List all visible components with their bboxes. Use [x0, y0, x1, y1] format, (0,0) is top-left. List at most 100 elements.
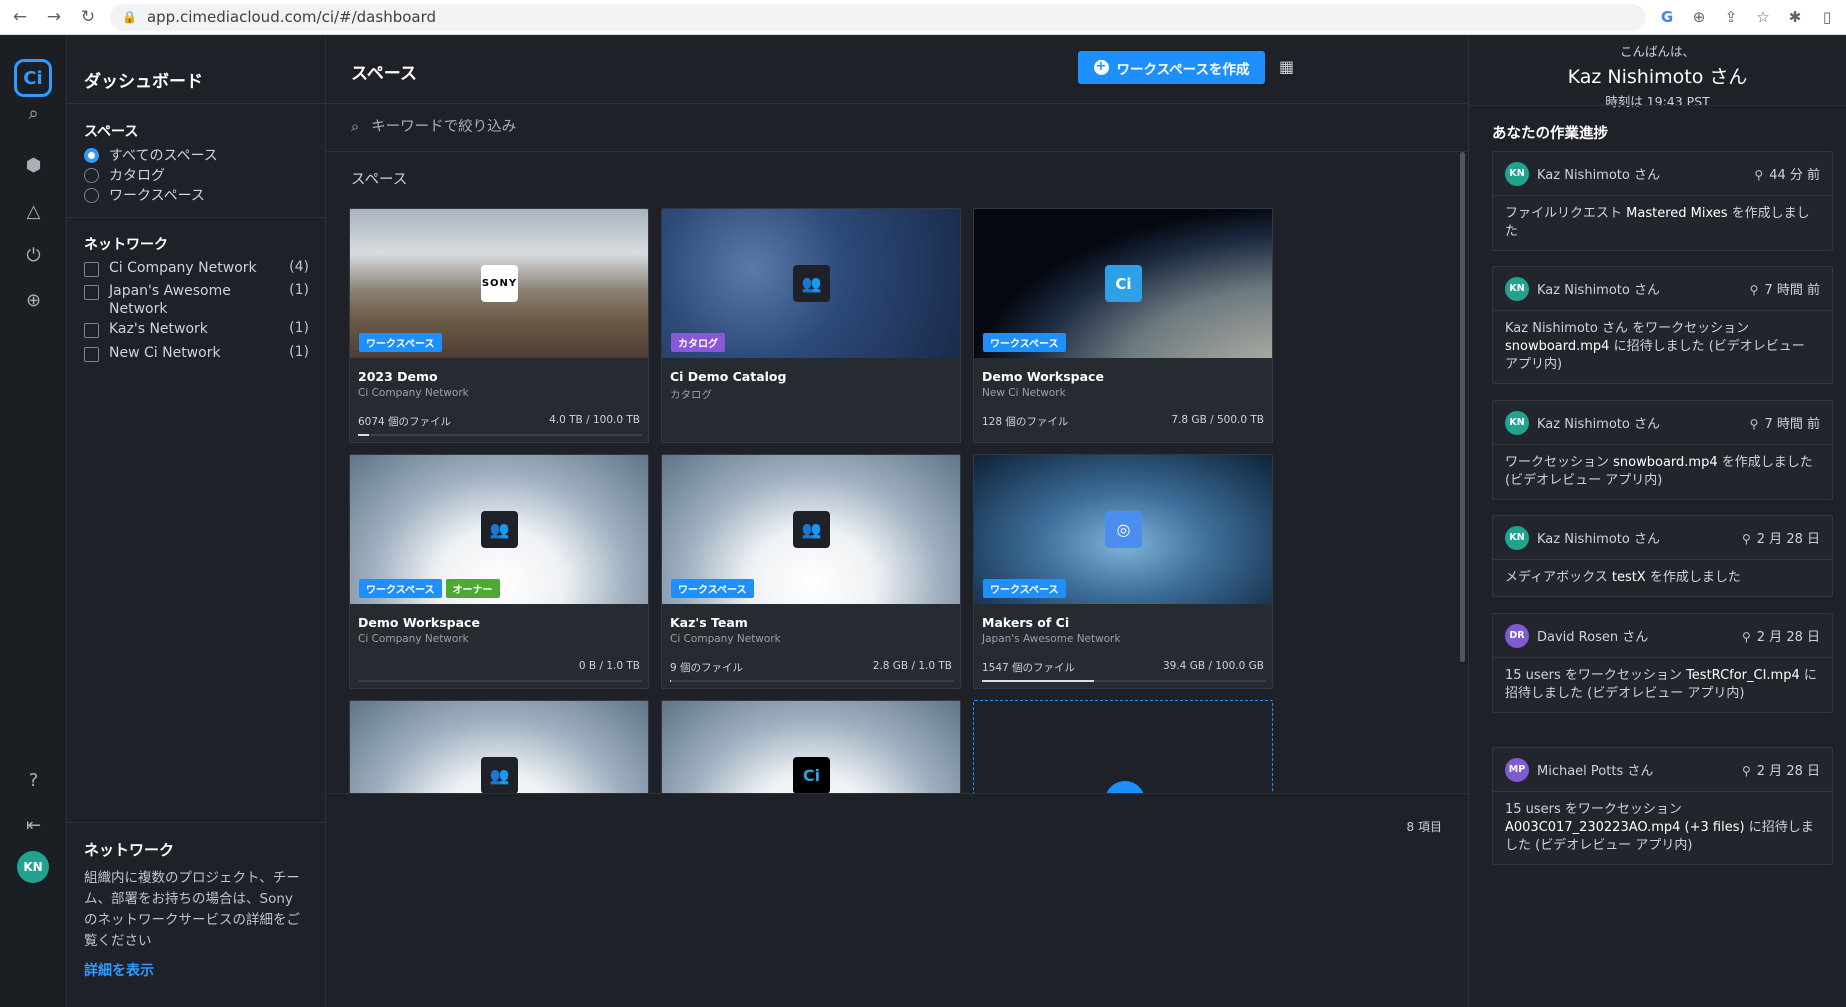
- workspace-tag: ワークスペース: [983, 333, 1066, 352]
- space-name: Ci Demo Catalog: [670, 369, 787, 384]
- network-filter-new-ci[interactable]: New Ci Network (1): [84, 344, 309, 362]
- space-name: Kaz's Team: [670, 615, 748, 630]
- collapse-icon[interactable]: ⇤: [0, 815, 67, 836]
- workspace-tag: ワークスペース: [671, 579, 754, 598]
- pin-icon: ⚲: [1741, 764, 1751, 778]
- space-card[interactable]: 👥 ワークスペース オーナー Demo Workspace Ci Company…: [349, 454, 649, 689]
- google-icon[interactable]: G: [1658, 8, 1676, 26]
- lock-icon: 🔒: [122, 10, 137, 24]
- activity-text-part: Kaz Nishimoto さん をワークセッション: [1505, 321, 1750, 336]
- activity-time-text: 44 分 前: [1769, 168, 1820, 183]
- avatar: DR: [1505, 623, 1529, 648]
- sidebar: ダッシュボード スペース すべてのスペース カタログ ワークスペース ネットワー…: [67, 35, 326, 1007]
- divider: [67, 217, 325, 218]
- divider: [67, 103, 325, 104]
- activity-user: David Rosen さん: [1537, 630, 1649, 645]
- activity-time: ⚲ 7 時間 前: [1750, 413, 1820, 432]
- sidepanel-icon[interactable]: ▯: [1818, 8, 1836, 26]
- create-workspace-label: ワークスペースを作成: [1116, 61, 1250, 78]
- activity-time-text: 2 月 28 日: [1756, 532, 1820, 547]
- address-bar[interactable]: 🔒 app.cimediacloud.com/ci/#/dashboard: [110, 3, 1646, 31]
- activity-user: Kaz Nishimoto さん: [1537, 168, 1660, 183]
- space-card[interactable]: SONY ワークスペース 2023 Demo Ci Company Networ…: [349, 208, 649, 443]
- scrollbar[interactable]: [1460, 152, 1465, 662]
- checkbox-icon: [84, 262, 99, 277]
- network-filter-kazs[interactable]: Kaz's Network (1): [84, 320, 309, 338]
- owner-tag: オーナー: [445, 579, 500, 598]
- local-time: 時刻は 19:43 PST: [1605, 94, 1710, 109]
- activity-item[interactable]: KN Kaz Nishimoto さん ⚲ 7 時間 前 ワークセッション snowb…: [1492, 400, 1833, 500]
- avatar[interactable]: KN: [17, 851, 49, 883]
- filter-all-spaces[interactable]: すべてのスペース: [84, 145, 218, 165]
- ci-logo-icon: ◎: [1105, 511, 1142, 548]
- power-icon[interactable]: ⏻: [0, 245, 67, 266]
- ci-logo-icon[interactable]: Ci: [14, 59, 52, 97]
- target-icon[interactable]: ⊕: [0, 290, 67, 311]
- network-filter-ci-company[interactable]: Ci Company Network (4): [84, 259, 309, 277]
- activity-text-part: 15 users をワークセッション: [1505, 802, 1682, 817]
- pin-icon: ⚲: [1741, 532, 1751, 546]
- divider: [1469, 105, 1846, 106]
- activity-user: Kaz Nishimoto さん: [1537, 417, 1660, 432]
- cube-icon[interactable]: ⬢: [0, 155, 67, 176]
- reload-icon[interactable]: ↻: [78, 7, 98, 27]
- space-network: Ci Company Network: [358, 387, 469, 399]
- space-name: Makers of Ci: [982, 615, 1070, 630]
- filter-catalog[interactable]: カタログ: [84, 165, 165, 185]
- pin-icon: ⚲: [1754, 168, 1764, 182]
- user-name: Kaz Nishimoto さん: [1567, 66, 1748, 88]
- space-card[interactable]: 👥 カタログ Ci Demo Catalog カタログ: [661, 208, 961, 443]
- greeting-text: こんばんは、: [1619, 44, 1695, 59]
- create-workspace-button[interactable]: + ワークスペースを作成: [1078, 51, 1265, 84]
- activity-target: A003C017_230223AO.mp4 (+3 files): [1505, 820, 1745, 835]
- sidebar-title: ダッシュボード: [84, 72, 203, 92]
- help-icon[interactable]: ?: [0, 770, 67, 791]
- activity-target: testX: [1611, 570, 1646, 585]
- space-card[interactable]: 👥 ワークスペース Kaz's Team Ci Company Network …: [661, 454, 961, 689]
- space-card[interactable]: Ci ワークスペース Demo Workspace New Ci Network…: [973, 208, 1273, 443]
- search-icon[interactable]: ⌕: [0, 103, 67, 124]
- radio-icon: [84, 167, 99, 183]
- activity-item[interactable]: KN Kaz Nishimoto さん ⚲ 44 分 前 ファイルリクエスト Mast…: [1492, 151, 1833, 251]
- cloud-icon[interactable]: △: [0, 201, 67, 222]
- section-label: スペース: [351, 172, 408, 188]
- activity-text-part: ワークセッション: [1505, 455, 1614, 470]
- network-info-panel: ネットワーク 組織内に複数のプロジェクト、チーム、部署をお持ちの場合は、Sony…: [67, 822, 325, 1007]
- network-count: (1): [289, 320, 309, 336]
- url-text: app.cimediacloud.com/ci/#/dashboard: [146, 8, 437, 26]
- activity-text: 15 users をワークセッション A003C017_230223AO.mp4…: [1493, 792, 1832, 864]
- back-icon[interactable]: ←: [10, 7, 30, 27]
- space-name: Demo Workspace: [358, 615, 480, 630]
- plus-icon: +: [1093, 60, 1109, 75]
- activity-title: あなたの作業進捗: [1492, 126, 1608, 142]
- filter-workspace[interactable]: ワークスペース: [84, 185, 205, 205]
- activity-text-part: 15 users をワークセッション: [1505, 668, 1687, 683]
- share-icon[interactable]: ⇪: [1722, 8, 1740, 26]
- grid-view-icon[interactable]: ▦: [1279, 57, 1299, 77]
- zoom-icon[interactable]: ⊕: [1690, 8, 1708, 26]
- team-icon: 👥: [481, 757, 518, 794]
- details-link[interactable]: 詳細を表示: [84, 960, 308, 980]
- network-label: New Ci Network: [109, 345, 221, 361]
- activity-text-part: を作成しました: [1645, 570, 1741, 585]
- extensions-icon[interactable]: ✱: [1786, 8, 1804, 26]
- activity-item[interactable]: KN Kaz Nishimoto さん ⚲ 7 時間 前 Kaz Nishimoto …: [1492, 266, 1833, 384]
- activity-panel: こんばんは、 Kaz Nishimoto さん 時刻は 19:43 PST あな…: [1469, 35, 1846, 1007]
- space-card[interactable]: ◎ ワークスペース Makers of Ci Japan's Awesome N…: [973, 454, 1273, 689]
- star-icon[interactable]: ☆: [1754, 8, 1772, 26]
- activity-item[interactable]: DR David Rosen さん ⚲ 2 月 28 日 15 users をワークセ…: [1492, 613, 1833, 713]
- activity-item[interactable]: KN Kaz Nishimoto さん ⚲ 2 月 28 日 メディアボックス tes…: [1492, 515, 1833, 597]
- space-network: Ci Company Network: [670, 633, 781, 645]
- network-label: Japan's Awesome Network: [109, 283, 231, 317]
- divider: [326, 103, 1468, 104]
- activity-time-text: 7 時間 前: [1764, 283, 1820, 298]
- activity-item[interactable]: MP Michael Potts さん ⚲ 2 月 28 日 15 users をワー…: [1492, 747, 1833, 865]
- network-filter-japans-awesome[interactable]: Japan's Awesome Network (1): [84, 282, 309, 318]
- activity-target: TestRCfor_CI.mp4: [1686, 668, 1800, 683]
- greeting: こんばんは、 Kaz Nishimoto さん 時刻は 19:43 PST: [1469, 41, 1846, 110]
- activity-time-text: 2 月 28 日: [1756, 630, 1820, 645]
- network-label: Ci Company Network: [109, 260, 257, 276]
- forward-icon[interactable]: →: [44, 7, 64, 27]
- search-input[interactable]: [371, 119, 972, 135]
- storage-bar: [358, 680, 642, 682]
